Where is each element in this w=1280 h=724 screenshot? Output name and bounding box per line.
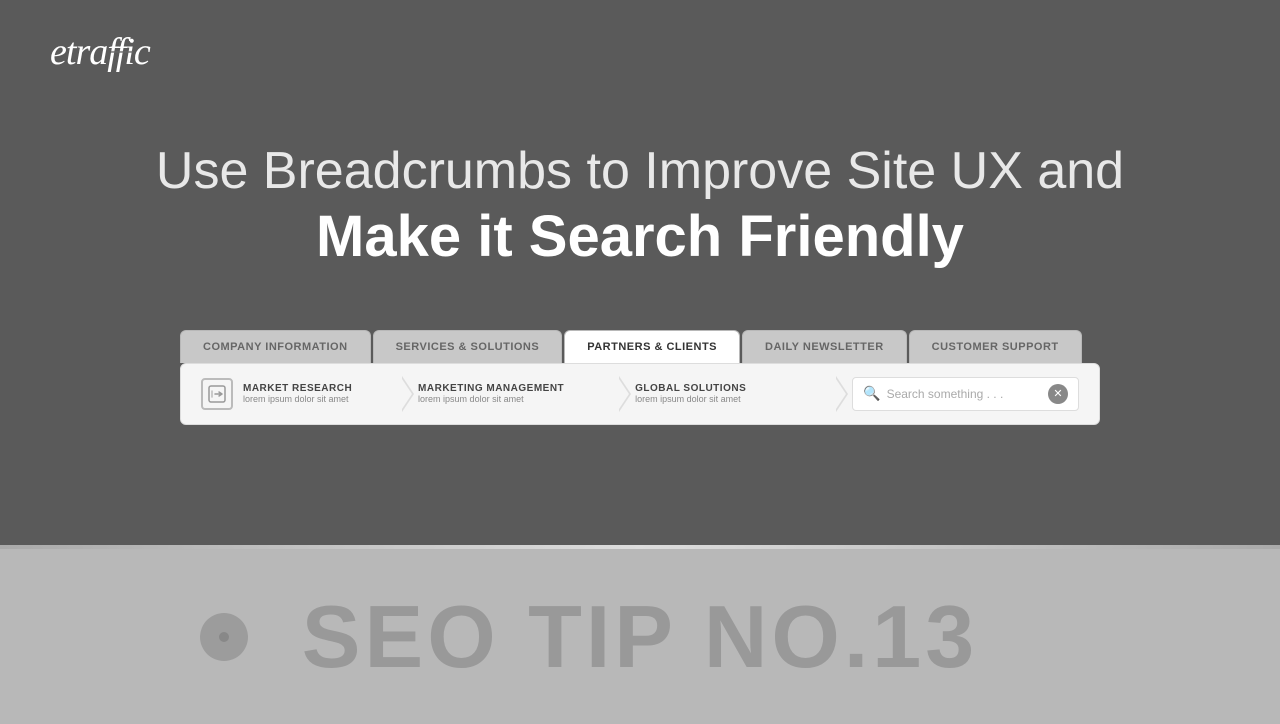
- logo-e: e: [50, 31, 66, 73]
- search-box: 🔍 Search something . . . ✕: [852, 377, 1079, 411]
- breadcrumb-text-marketing-management: MARKETING MANAGEMENT lorem ipsum dolor s…: [418, 383, 564, 404]
- hero-container: Use Breadcrumbs to Improve Site UX and M…: [156, 140, 1124, 272]
- breadcrumb-bar: MARKET RESEARCH lorem ipsum dolor sit am…: [180, 363, 1100, 425]
- breadcrumb-subtitle-marketing-management: lorem ipsum dolor sit amet: [418, 394, 564, 404]
- logo: eetraffictra ff ic: [50, 31, 150, 73]
- bottom-section: SEO TIP NO.13: [0, 549, 1280, 724]
- breadcrumb-item-global-solutions[interactable]: GLOBAL SOLUTIONS lorem ipsum dolor sit a…: [625, 383, 842, 404]
- hero-line2: Make it Search Friendly: [156, 202, 1124, 272]
- breadcrumb-subtitle-global-solutions: lorem ipsum dolor sit amet: [635, 394, 746, 404]
- tab-partners-clients[interactable]: PARTNERS & CLIENTS: [564, 330, 740, 363]
- logo-r: r: [75, 31, 89, 73]
- bullet-decoration: [200, 613, 248, 661]
- seo-tip-text: SEO TIP NO.13: [302, 593, 978, 681]
- breadcrumb-title-marketing-management: MARKETING MANAGEMENT: [418, 383, 564, 394]
- close-icon: ✕: [1053, 387, 1062, 400]
- search-icon: 🔍: [863, 385, 880, 402]
- search-clear-button[interactable]: ✕: [1048, 384, 1068, 404]
- tab-customer-support[interactable]: CUSTOMER SUPPORT: [909, 330, 1082, 363]
- breadcrumb-text-global-solutions: GLOBAL SOLUTIONS lorem ipsum dolor sit a…: [635, 383, 746, 404]
- nav-tabs-container: COMPANY INFORMATION SERVICES & SOLUTIONS…: [180, 330, 1100, 363]
- logo-ff: ff: [107, 30, 124, 74]
- tab-services-solutions[interactable]: SERVICES & SOLUTIONS: [373, 330, 563, 363]
- breadcrumb-item-marketing-management[interactable]: MARKETING MANAGEMENT lorem ipsum dolor s…: [408, 383, 625, 404]
- breadcrumb-item-market-research[interactable]: MARKET RESEARCH lorem ipsum dolor sit am…: [191, 378, 408, 410]
- bullet-outer: [200, 613, 248, 661]
- breadcrumb-subtitle-market-research: lorem ipsum dolor sit amet: [243, 394, 352, 404]
- breadcrumb-text-market-research: MARKET RESEARCH lorem ipsum dolor sit am…: [243, 383, 352, 404]
- breadcrumb-title-market-research: MARKET RESEARCH: [243, 383, 352, 394]
- tab-daily-newsletter[interactable]: DAILY NEWSLETTER: [742, 330, 907, 363]
- search-item[interactable]: 🔍 Search something . . . ✕: [842, 377, 1089, 411]
- search-placeholder-text: Search something . . .: [887, 387, 1048, 401]
- logo-a: a: [89, 31, 107, 73]
- top-section: eetraffictra ff ic Use Breadcrumbs to Im…: [0, 0, 1280, 545]
- breadcrumb-icon-market-research: [201, 378, 233, 410]
- hero-line1: Use Breadcrumbs to Improve Site UX and: [156, 140, 1124, 202]
- tab-company-information[interactable]: COMPANY INFORMATION: [180, 330, 371, 363]
- breadcrumb-title-global-solutions: GLOBAL SOLUTIONS: [635, 383, 746, 394]
- bullet-inner: [219, 632, 229, 642]
- logo-t: t: [66, 31, 76, 73]
- logo-area: eetraffictra ff ic: [50, 30, 150, 74]
